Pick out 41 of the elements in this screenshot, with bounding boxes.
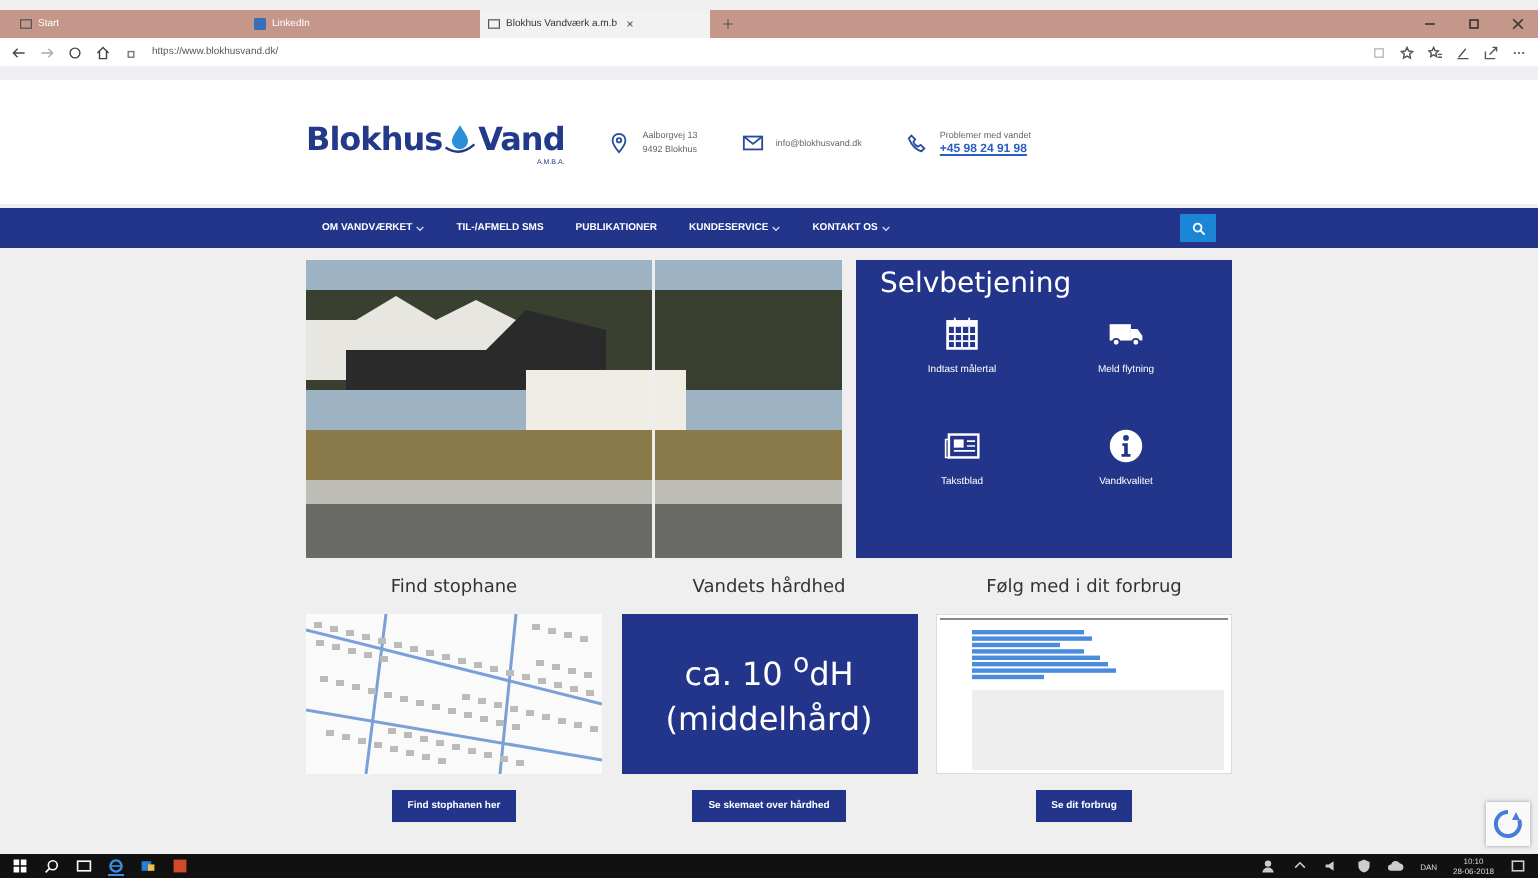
notification-icon[interactable] [1510,858,1526,874]
hardness-text: (middelhård) [665,700,873,739]
caret-icon [772,225,781,231]
chevron-up-icon[interactable] [1292,858,1309,874]
section-title: Følg med i dit forbrug [986,578,1182,598]
location-pin-icon [608,131,631,153]
app-icon[interactable] [140,858,156,874]
newspaper-icon[interactable] [944,428,980,464]
search-button[interactable] [1180,214,1216,242]
panel-title: Selvbetjening [880,268,1074,300]
page-icon [20,18,32,30]
pen-icon[interactable] [1456,45,1470,59]
caret-icon [881,225,890,231]
calendar-icon[interactable] [944,316,980,352]
page-icon [488,18,500,30]
section-title: Vandets hårdhed [692,578,846,598]
recaptcha-badge [1486,802,1530,846]
browser-e-icon[interactable] [108,857,124,875]
section-title: Find stophane [390,578,518,598]
task-view-icon[interactable] [76,858,92,874]
phone-icon [905,131,928,153]
share-icon[interactable] [1484,45,1498,59]
shield-icon[interactable] [1356,858,1373,874]
search-icon [1191,221,1205,235]
search-icon[interactable] [44,858,60,874]
favorites-icon[interactable] [1428,45,1442,59]
info-icon[interactable] [1108,428,1144,464]
hardness-text: ca. 10 $^{o}$dH [684,649,854,693]
cloud-icon[interactable] [1388,858,1405,874]
close-icon[interactable] [623,18,635,30]
caret-icon [416,225,425,231]
back-arrow-icon[interactable] [12,45,26,59]
close-icon[interactable] [1510,16,1526,32]
square-icon [254,18,266,30]
refresh-icon[interactable] [68,45,82,59]
envelope-icon [741,131,764,153]
restore-icon[interactable] [1466,16,1482,32]
home-icon[interactable] [96,45,110,59]
star-icon[interactable] [1400,45,1414,59]
person-icon[interactable] [1260,858,1277,874]
windows-start-icon[interactable] [12,858,28,874]
